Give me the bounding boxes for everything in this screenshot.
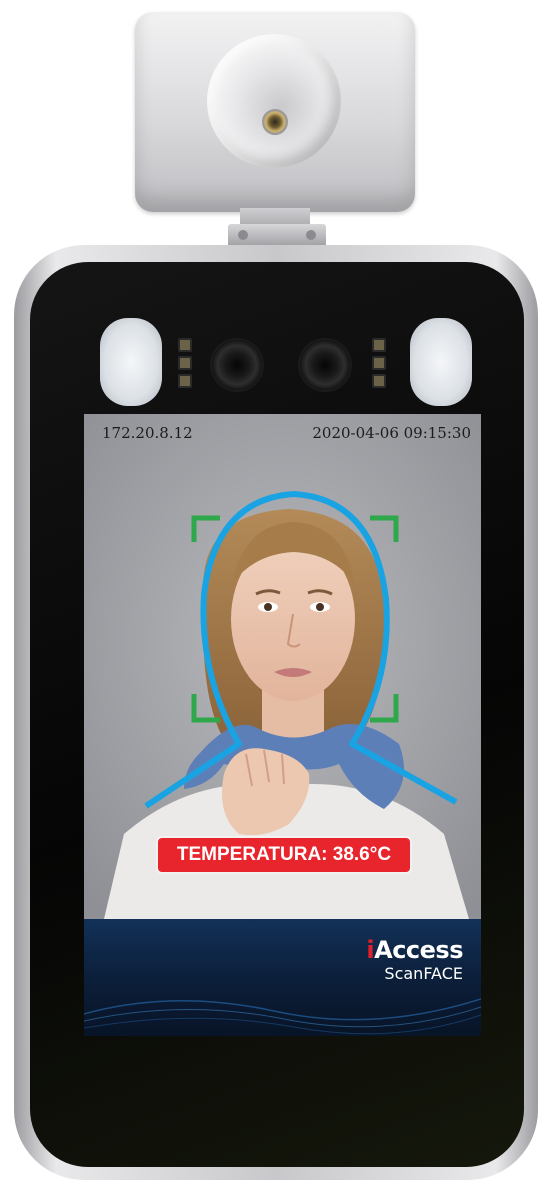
- led-icon: [372, 374, 386, 388]
- product-name: ScanFACE: [384, 964, 463, 983]
- ip-address: 172.20.8.12: [102, 424, 193, 442]
- led-icon: [178, 356, 192, 370]
- led-strip-right: [372, 338, 386, 388]
- brand-name-text: Access: [374, 936, 463, 964]
- screw-icon: [306, 230, 316, 240]
- led-strip-left: [178, 338, 192, 388]
- brand-logo: iAccess ScanFACE: [366, 937, 463, 983]
- device-screen: 172.20.8.12 2020-04-06 09:15:30 TEMPERAT…: [84, 414, 481, 1036]
- led-icon: [178, 338, 192, 352]
- thermal-sensor-icon: [262, 109, 288, 135]
- camera-lens-left: [212, 340, 262, 390]
- thermal-camera-module: [135, 12, 415, 212]
- ir-light-left: [100, 318, 162, 406]
- brand-footer: iAccess ScanFACE: [84, 919, 481, 1036]
- ir-light-right: [410, 318, 472, 406]
- status-bar: 172.20.8.12 2020-04-06 09:15:30: [84, 422, 481, 446]
- led-icon: [372, 356, 386, 370]
- brand-name: iAccess: [366, 937, 463, 963]
- screw-icon: [238, 230, 248, 240]
- camera-lens-right: [300, 340, 350, 390]
- datetime: 2020-04-06 09:15:30: [312, 424, 471, 442]
- brand-prefix: i: [366, 936, 375, 964]
- pupil-right: [316, 603, 324, 611]
- led-icon: [372, 338, 386, 352]
- thermal-lens-housing: [207, 34, 341, 168]
- led-icon: [178, 374, 192, 388]
- pupil-left: [264, 603, 272, 611]
- temperature-alert-badge: TEMPERATURA: 38.6°C: [158, 838, 410, 872]
